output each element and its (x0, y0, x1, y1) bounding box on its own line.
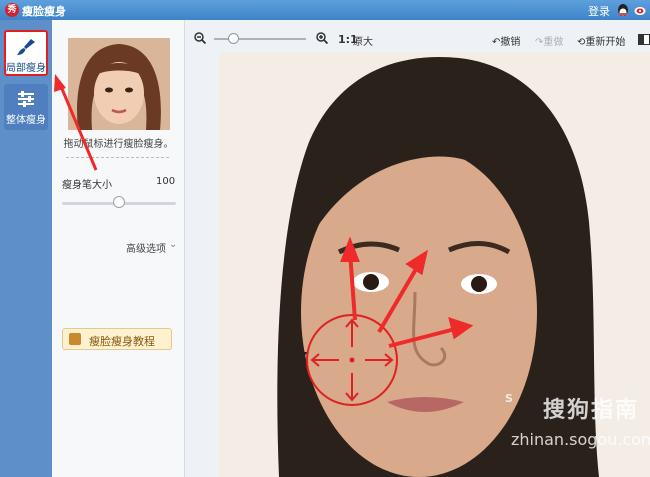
mode-tabs: 局部瘦身 整体瘦身 (0, 20, 52, 477)
face-photo[interactable]: S 搜狗指南 zhinan.sogou.com (219, 52, 650, 477)
canvas-toolbar: 1:1 原大 ↶撤销 ↷重做 ⟲重新开始 (186, 20, 650, 52)
undo-button[interactable]: ↶撤销 (492, 33, 520, 48)
watermark-text: 搜狗指南 (543, 398, 640, 423)
chevron-down-icon[interactable]: ⌄ (169, 239, 177, 250)
brush-icon (17, 39, 35, 55)
tab-whole-slim[interactable]: 整体瘦身 (4, 84, 48, 130)
qq-icon[interactable] (616, 3, 630, 17)
divider (66, 157, 169, 158)
brush-size-handle[interactable] (113, 196, 125, 208)
tool-panel: 拖动鼠标进行瘦脸瘦身。 瘦身笔大小 100 高级选项 ⌄ 瘦脸瘦身教程 (52, 20, 185, 477)
tab-local-label: 局部瘦身 (6, 63, 46, 74)
restart-button[interactable]: ⟲重新开始 (577, 33, 625, 48)
undo-label: 撤销 (500, 37, 521, 48)
redo-button[interactable]: ↷重做 (535, 33, 563, 48)
tutorial-button[interactable]: 瘦脸瘦身教程 (62, 328, 172, 350)
compare-icon[interactable] (638, 34, 650, 45)
editing-canvas[interactable]: S 搜狗指南 zhinan.sogou.com (186, 52, 650, 477)
app-title: 瘦脸瘦身 (22, 5, 66, 18)
advanced-options[interactable]: 高级选项 (126, 240, 166, 255)
title-bar: 秀 瘦脸瘦身 登录 (0, 0, 650, 20)
tab-whole-label: 整体瘦身 (6, 115, 46, 126)
weibo-icon[interactable] (634, 4, 648, 16)
sliders-icon (18, 91, 34, 107)
zoom-in-icon[interactable] (316, 32, 328, 44)
zoom-handle[interactable] (228, 33, 239, 44)
brush-size-value: 100 (156, 176, 176, 187)
hint-text: 拖动鼠标进行瘦脸瘦身。 (63, 139, 174, 150)
restart-label: 重新开始 (585, 37, 626, 48)
sample-photo (68, 38, 170, 130)
zoom-out-icon[interactable] (194, 32, 206, 44)
brush-size-label: 瘦身笔大小 (62, 180, 112, 191)
app-logo: 秀 (5, 3, 19, 17)
tutorial-label: 瘦脸瘦身教程 (89, 335, 155, 348)
tab-local-slim[interactable]: 局部瘦身 (4, 30, 48, 76)
redo-label: 重做 (543, 37, 564, 48)
login-link[interactable]: 登录 (588, 3, 610, 19)
watermark-logo: S (505, 392, 513, 405)
actual-size-button[interactable]: 原大 (353, 33, 373, 48)
book-icon (69, 333, 81, 345)
watermark-url: zhinan.sogou.com (511, 430, 650, 449)
